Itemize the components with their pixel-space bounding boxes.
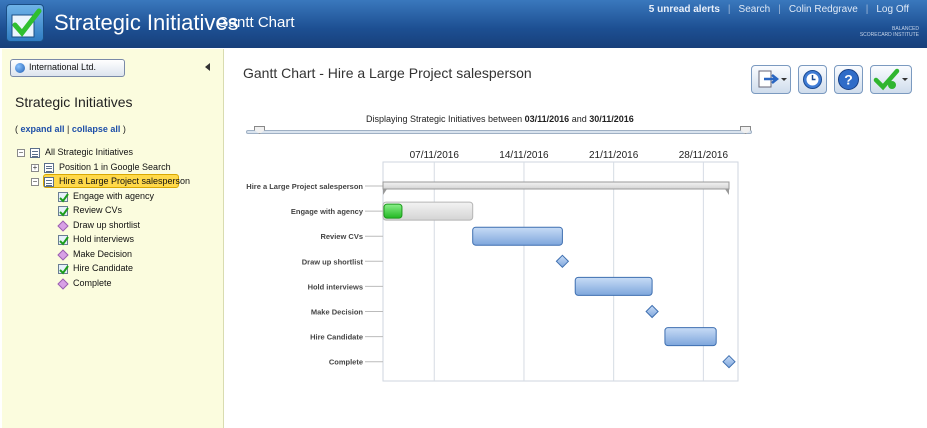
task-label: Complete	[329, 358, 363, 367]
tree-item[interactable]: − All Strategic Initiatives	[2, 147, 222, 160]
x-tick-label: 28/11/2016	[679, 150, 729, 161]
x-tick-label: 07/11/2016	[410, 150, 460, 161]
tree-item-label: Position 1 in Google Search	[59, 161, 171, 172]
alerts-link[interactable]: 5 unread alerts	[641, 4, 728, 15]
page-subtitle: Gantt Chart	[217, 14, 295, 31]
collapse-toggle-icon[interactable]: −	[31, 178, 39, 186]
task-label: Engage with agency	[291, 207, 364, 216]
task-bar	[664, 327, 717, 347]
milestone-icon	[57, 277, 69, 290]
expand-toggle-icon[interactable]: +	[31, 163, 39, 172]
task-label: Hold interviews	[308, 282, 363, 291]
search-link[interactable]: Search	[731, 4, 779, 15]
check-icon	[58, 235, 69, 246]
brand-logo: BALANCED SCORECARD INSTITUTE	[859, 26, 919, 38]
tree-item[interactable]: Hire Candidate	[2, 263, 222, 276]
list-icon	[44, 177, 54, 187]
tree-item[interactable]: Hold interviews	[2, 234, 222, 247]
list-icon	[44, 162, 54, 173]
logoff-link[interactable]: Log Off	[868, 4, 917, 15]
tree-item[interactable]: − Hire a Large Project salesperson	[2, 176, 222, 189]
collapse-sidebar-icon[interactable]	[205, 63, 210, 71]
organisation-label: International Ltd.	[29, 62, 97, 72]
tree-item[interactable]: Review CVs	[2, 205, 222, 218]
tree-item-label: Draw up shortlist	[73, 219, 141, 230]
task-label: Review CVs	[320, 232, 363, 241]
expand-collapse-row: ( expand all | collapse all )	[15, 124, 126, 134]
tree-item-label: Engage with agency	[73, 190, 155, 201]
gantt-chart: 07/11/2016 14/11/2016 21/11/2016 28/11/2016…	[246, 150, 739, 382]
top-nav: 5 unread alerts | Search | Colin Redgrave |…	[641, 4, 917, 15]
tree-item[interactable]: Draw up shortlist	[2, 220, 222, 233]
user-link[interactable]: Colin Redgrave	[781, 4, 866, 15]
separator: |	[64, 124, 72, 134]
tree-item-label: Complete	[73, 277, 112, 288]
task-bar	[472, 226, 563, 246]
task-label: Hire Candidate	[310, 333, 363, 342]
app-title: Strategic Initiatives	[54, 10, 239, 35]
tree-item[interactable]: + Position 1 in Google Search	[2, 162, 222, 175]
x-tick-label: 21/11/2016	[589, 150, 639, 161]
globe-icon	[15, 63, 25, 73]
tree-item[interactable]: Make Decision	[2, 249, 222, 262]
check-icon	[58, 206, 69, 217]
milestone-icon	[57, 248, 69, 261]
sidebar: International Ltd. Strategic Initiatives…	[2, 49, 224, 428]
app-logo-icon	[6, 4, 44, 42]
main-panel: Gantt Chart - Hire a Large Project sales…	[226, 49, 927, 428]
task-progress	[383, 203, 403, 219]
collapse-toggle-icon[interactable]: −	[17, 149, 25, 157]
task-bar	[574, 276, 653, 296]
summary-bar	[382, 181, 730, 190]
task-label: Hire a Large Project salesperson	[246, 182, 363, 191]
tree-item-label: Hire Candidate	[73, 263, 134, 273]
app-header: Strategic Initiatives Gantt Chart 5 unre…	[0, 0, 927, 48]
check-icon	[58, 264, 69, 275]
x-tick-label: 14/11/2016	[499, 150, 549, 161]
tree-item[interactable]: Complete	[2, 278, 222, 291]
task-label: Draw up shortlist	[302, 257, 364, 266]
check-icon	[58, 191, 69, 203]
milestone-icon	[57, 219, 69, 232]
tree-item-label: Hold interviews	[73, 234, 135, 244]
plot-area	[382, 161, 739, 382]
list-icon	[30, 148, 40, 158]
tree-item-label: Make Decision	[73, 248, 133, 259]
task-label: Make Decision	[311, 308, 364, 317]
tree-item-label: Hire a Large Project salesperson	[59, 176, 191, 186]
organisation-selector[interactable]: International Ltd.	[10, 59, 125, 77]
tree-item-label: All Strategic Initiatives	[45, 147, 134, 157]
collapse-all-link[interactable]: collapse all	[72, 124, 121, 134]
tree-item[interactable]: Engage with agency	[2, 191, 222, 204]
paren: )	[120, 124, 126, 134]
tree-item-label: Review CVs	[73, 205, 123, 215]
expand-all-link[interactable]: expand all	[21, 124, 65, 134]
sidebar-title: Strategic Initiatives	[15, 94, 133, 110]
